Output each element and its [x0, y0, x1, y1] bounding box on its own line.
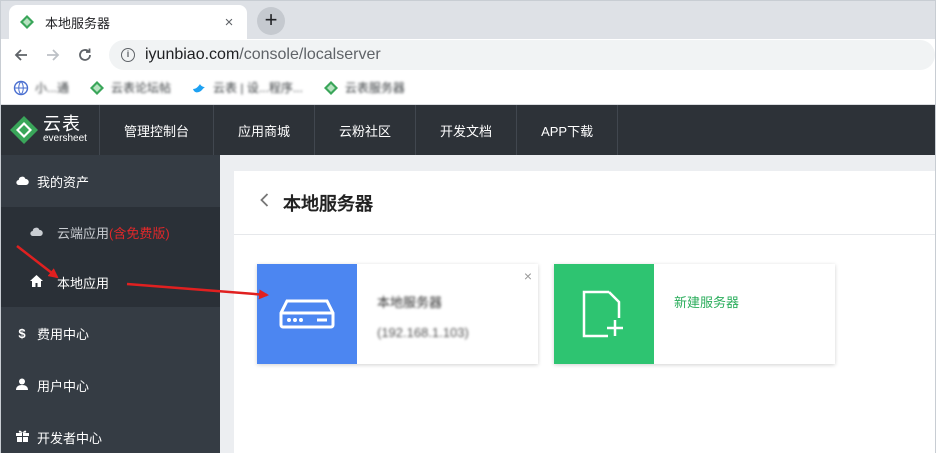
sidebar: 我的资产 云端应用 (含免费版) 本地应用 $ 费用中心 用户中心 开发者中心: [1, 155, 220, 453]
eversheet-icon: [90, 80, 105, 95]
page-title: 本地服务器: [283, 193, 373, 214]
sidebar-item-developer[interactable]: 开发者中心: [1, 411, 220, 453]
new-server-card[interactable]: 新建服务器: [554, 264, 835, 364]
bookmark-item[interactable]: 云表服务器: [323, 79, 405, 96]
main-content: 本地服务器 本地服务器 (192.168.1.103) × 新建服务器: [220, 155, 935, 453]
arrow-right-icon: [47, 49, 60, 61]
tab-close-icon[interactable]: ×: [221, 14, 237, 31]
sidebar-item-assets[interactable]: 我的资产: [1, 155, 220, 207]
forward-button[interactable]: [37, 39, 69, 71]
sidebar-item-cloud-apps[interactable]: 云端应用 (含免费版): [1, 207, 220, 257]
sidebar-item-billing[interactable]: $ 费用中心: [1, 307, 220, 359]
local-server-card[interactable]: 本地服务器 (192.168.1.103) ×: [257, 264, 538, 364]
server-name: 本地服务器: [377, 295, 443, 310]
eversheet-logo[interactable]: 云表 eversheet: [1, 105, 99, 155]
bookmark-item[interactable]: 云表论坛帖: [89, 79, 171, 96]
panel-header: 本地服务器: [234, 171, 935, 235]
url-text: iyunbiao.com/console/localserver: [145, 46, 381, 63]
gift-icon: [15, 430, 29, 445]
sidebar-submenu: 云端应用 (含免费版) 本地应用: [1, 207, 220, 307]
home-icon: [29, 274, 43, 290]
cloud-icon: [15, 174, 29, 189]
bookmark-item[interactable]: 小...通: [13, 79, 69, 96]
globe-icon: [13, 80, 29, 95]
app-header: 云表 eversheet 管理控制台 应用商城 云粉社区 开发文档 APP下载: [1, 105, 935, 155]
browser-tabstrip: 本地服务器 × +: [1, 1, 935, 39]
nav-app-download[interactable]: APP下载: [516, 105, 619, 155]
bookmark-item[interactable]: 云表 | 设...程序...: [191, 79, 303, 96]
content-panel: 本地服务器 本地服务器 (192.168.1.103) × 新建服务器: [234, 171, 935, 453]
address-bar[interactable]: i iyunbiao.com/console/localserver: [109, 40, 935, 70]
chevron-left-icon[interactable]: [260, 193, 269, 212]
user-icon: [15, 378, 29, 393]
logo-cn: 云表: [43, 114, 81, 135]
add-document-icon: [554, 264, 654, 364]
nav-docs[interactable]: 开发文档: [415, 105, 516, 155]
nav-app-store[interactable]: 应用商城: [213, 105, 314, 155]
arrow-left-icon: [14, 49, 27, 61]
reload-button[interactable]: [69, 39, 101, 71]
sidebar-item-users[interactable]: 用户中心: [1, 359, 220, 411]
free-tag: (含免费版): [109, 225, 170, 241]
eversheet-icon: [323, 80, 338, 95]
bird-icon: [193, 83, 206, 92]
new-tab-button[interactable]: +: [257, 7, 285, 35]
tab-title: 本地服务器: [45, 15, 111, 31]
eversheet-logo-icon: [10, 116, 38, 144]
eversheet-favicon-icon: [20, 15, 34, 29]
sidebar-item-local-apps[interactable]: 本地应用: [1, 257, 220, 307]
nav-community[interactable]: 云粉社区: [314, 105, 415, 155]
server-icon: [257, 264, 357, 364]
site-info-icon[interactable]: i: [121, 48, 135, 62]
back-button[interactable]: [5, 39, 37, 71]
close-icon[interactable]: ×: [524, 268, 532, 284]
server-address: (192.168.1.103): [377, 325, 469, 340]
new-server-label: 新建服务器: [674, 295, 740, 310]
browser-toolbar: i iyunbiao.com/console/localserver: [1, 39, 935, 71]
browser-tab[interactable]: 本地服务器 ×: [9, 5, 247, 39]
nav-console[interactable]: 管理控制台: [99, 105, 213, 155]
dollar-icon: $: [18, 325, 26, 341]
bookmarks-bar: 小...通 云表论坛帖 云表 | 设...程序... 云表服务器: [1, 71, 935, 105]
cloud-icon: [29, 225, 43, 240]
reload-icon: [79, 48, 91, 61]
logo-en: eversheet: [43, 133, 87, 144]
